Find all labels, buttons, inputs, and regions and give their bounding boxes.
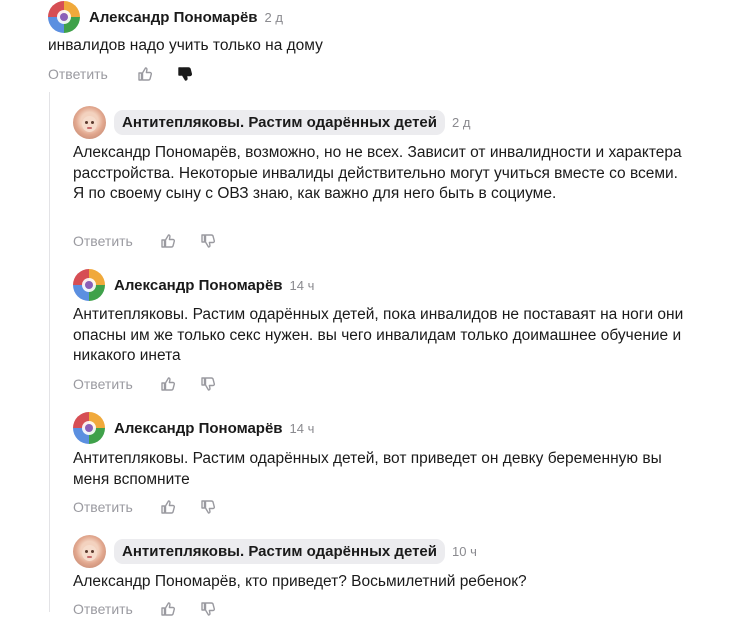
thumbs-up-icon[interactable] <box>136 65 154 83</box>
reply-button[interactable]: Ответить <box>73 376 133 392</box>
thumbs-up-icon[interactable] <box>159 600 177 618</box>
thumbs-down-icon[interactable] <box>199 498 217 516</box>
reply-button[interactable]: Ответить <box>73 499 133 515</box>
thumbs-down-icon[interactable] <box>199 375 217 393</box>
comment-header: Александр Пономарёв 14 ч <box>73 268 314 302</box>
author-name[interactable]: Александр Пономарёв <box>114 420 283 437</box>
thumbs-down-icon[interactable] <box>176 65 194 83</box>
avatar[interactable] <box>73 269 105 301</box>
comment-time: 2 д <box>452 114 471 130</box>
thumbs-up-icon[interactable] <box>159 375 177 393</box>
comment-time: 14 ч <box>289 420 315 436</box>
comment-header: Антитепляковы. Растим одарённых детей 2 … <box>73 105 470 139</box>
avatar[interactable] <box>73 534 106 568</box>
comment-text: Александр Пономарёв, возможно, но не все… <box>73 144 682 202</box>
comment-time: 2 д <box>264 9 283 25</box>
thumbs-down-icon[interactable] <box>199 232 217 250</box>
comment-text: Антитепляковы. Растим одарённых детей, п… <box>73 306 684 364</box>
thumbs-up-icon[interactable] <box>159 232 177 250</box>
author-name[interactable]: Александр Пономарёв <box>89 9 258 26</box>
reply-button[interactable]: Ответить <box>73 601 133 617</box>
comment-actions: Ответить <box>73 599 217 619</box>
comment-header: Александр Пономарёв 14 ч <box>73 411 314 445</box>
avatar[interactable] <box>73 105 106 139</box>
author-name[interactable]: Александр Пономарёв <box>114 277 283 294</box>
comment-time: 10 ч <box>452 543 477 559</box>
comment-text: Александр Пономарёв, кто приведет? Восьм… <box>73 573 527 590</box>
comment-actions: Ответить <box>73 231 217 251</box>
avatar[interactable] <box>48 1 80 33</box>
comment-text: инвалидов надо учить только на дому <box>48 37 323 54</box>
avatar[interactable] <box>73 412 105 444</box>
comment-actions: Ответить <box>73 374 217 394</box>
reply-thread-line <box>49 92 50 612</box>
comment-header: Александр Пономарёв 2 д <box>48 0 283 34</box>
reply-button[interactable]: Ответить <box>48 66 108 82</box>
comment-actions: Ответить <box>48 64 194 84</box>
comment-time: 14 ч <box>289 277 315 293</box>
comment-text: Антитепляковы. Растим одарённых детей, в… <box>73 450 662 488</box>
thumbs-up-icon[interactable] <box>159 498 177 516</box>
author-name[interactable]: Антитепляковы. Растим одарённых детей <box>114 109 445 135</box>
comment-actions: Ответить <box>73 497 217 517</box>
reply-button[interactable]: Ответить <box>73 233 133 249</box>
comment-header: Антитепляковы. Растим одарённых детей 10… <box>73 534 477 568</box>
author-name[interactable]: Антитепляковы. Растим одарённых детей <box>114 538 445 564</box>
thumbs-down-icon[interactable] <box>199 600 217 618</box>
